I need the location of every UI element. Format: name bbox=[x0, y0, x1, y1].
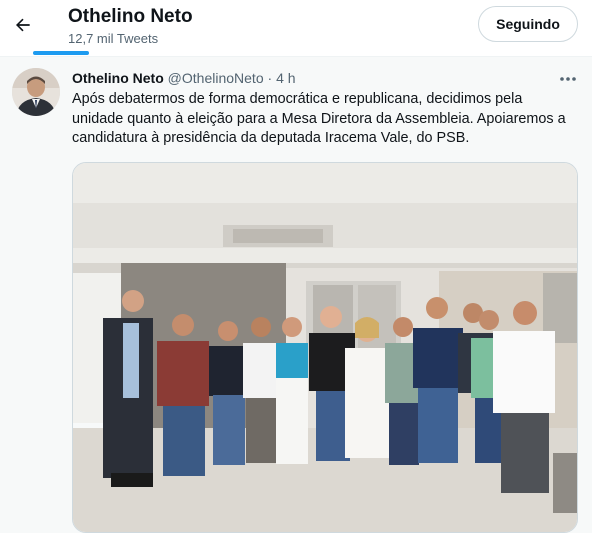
arrow-left-icon bbox=[16, 18, 30, 32]
profile-name: Othelino Neto bbox=[68, 6, 193, 27]
tweet-photo[interactable] bbox=[72, 162, 578, 533]
tweet-count: 12,7 mil Tweets bbox=[68, 31, 159, 46]
more-horizontal-icon bbox=[560, 77, 576, 81]
tweet[interactable]: Othelino Neto @OthelinoNeto · 4 h Após d… bbox=[0, 57, 592, 533]
back-button[interactable] bbox=[6, 8, 40, 42]
tweet-text: Após debatermos de forma democrática e r… bbox=[72, 91, 566, 146]
more-button[interactable] bbox=[556, 68, 580, 90]
author-name[interactable]: Othelino Neto bbox=[72, 70, 164, 86]
separator: · bbox=[267, 70, 273, 86]
profile-header: Othelino Neto 12,7 mil Tweets Seguindo bbox=[0, 0, 592, 56]
scroll-indicator bbox=[33, 51, 89, 55]
tweet-header: Othelino Neto @OthelinoNeto · 4 h bbox=[72, 70, 296, 86]
group-photo bbox=[73, 163, 577, 532]
author-handle[interactable]: @OthelinoNeto bbox=[168, 70, 264, 86]
avatar[interactable] bbox=[12, 68, 60, 116]
following-button[interactable]: Seguindo bbox=[478, 6, 578, 42]
tweet-time[interactable]: 4 h bbox=[276, 70, 295, 86]
